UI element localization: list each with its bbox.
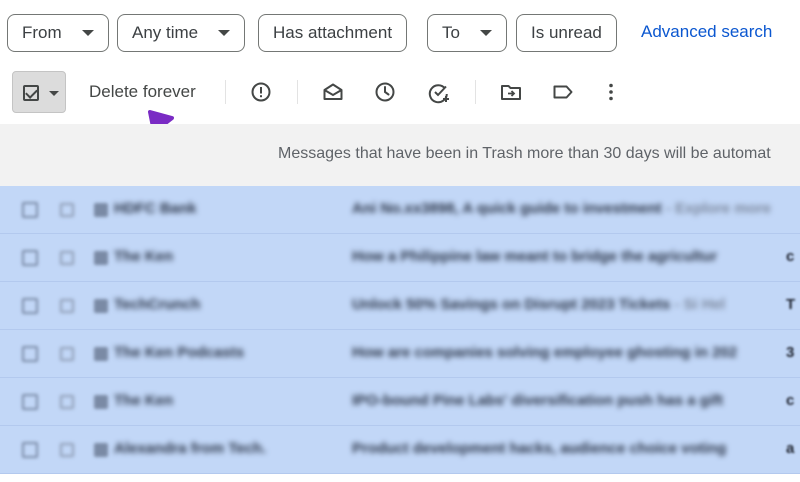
mark-unread-icon[interactable] <box>321 80 345 104</box>
importance-icon[interactable] <box>94 299 108 313</box>
is-unread-filter-chip[interactable]: Is unread <box>516 14 617 52</box>
email-edge-text: a <box>786 440 795 457</box>
star-icon[interactable] <box>60 299 74 313</box>
email-edge-text: c <box>786 248 795 265</box>
table-row[interactable]: HDFC Bank Ani No.xx3898, A quick guide t… <box>0 186 800 234</box>
trash-info-banner: Messages that have been in Trash more th… <box>0 124 800 186</box>
star-icon[interactable] <box>60 203 74 217</box>
select-all-checkbox[interactable] <box>12 71 66 113</box>
row-checkbox[interactable] <box>22 346 38 362</box>
email-snippet: - Explore more <box>665 200 771 217</box>
snooze-icon[interactable] <box>373 80 397 104</box>
email-subject: Ani No.xx3898, A quick guide to investme… <box>352 200 771 217</box>
to-filter-chip[interactable]: To <box>427 14 507 52</box>
email-subject: IPO-bound Pine Labs' diversification pus… <box>352 392 724 409</box>
is-unread-filter-label: Is unread <box>531 23 602 42</box>
toolbar-divider <box>475 80 476 104</box>
table-row[interactable]: The Ken How a Philippine law meant to br… <box>0 234 800 282</box>
from-filter-label: From <box>22 23 62 42</box>
row-checkbox[interactable] <box>22 298 38 314</box>
chevron-down-icon <box>81 30 94 36</box>
email-subject: Product development hacks, audience choi… <box>352 440 727 457</box>
importance-icon[interactable] <box>94 203 108 217</box>
email-sender: HDFC Bank <box>114 200 197 217</box>
message-toolbar: Delete forever <box>0 66 800 124</box>
row-checkbox[interactable] <box>22 250 38 266</box>
label-icon[interactable] <box>551 80 575 104</box>
to-filter-label: To <box>442 23 460 42</box>
has-attachment-filter-label: Has attachment <box>273 23 393 42</box>
email-sender: Alexandra from Tech. <box>114 440 267 457</box>
importance-icon[interactable] <box>94 347 108 361</box>
filter-chip-row: From Any time Has attachment To Is unrea… <box>0 0 800 66</box>
add-to-tasks-icon[interactable] <box>427 80 451 104</box>
star-icon[interactable] <box>60 443 74 457</box>
importance-icon[interactable] <box>94 443 108 457</box>
email-sender: The Ken <box>114 392 174 409</box>
email-sender: TechCrunch <box>114 296 201 313</box>
row-checkbox[interactable] <box>22 394 38 410</box>
more-options-icon[interactable] <box>599 80 623 104</box>
chevron-down-icon[interactable] <box>49 91 59 96</box>
toolbar-divider <box>297 80 298 104</box>
checkbox-checked-icon <box>23 85 39 101</box>
email-snippet: - Si Hel <box>674 296 726 313</box>
email-list: HDFC Bank Ani No.xx3898, A quick guide t… <box>0 186 800 482</box>
row-checkbox[interactable] <box>22 202 38 218</box>
has-attachment-filter-chip[interactable]: Has attachment <box>258 14 408 52</box>
advanced-search-link[interactable]: Advanced search <box>641 22 772 42</box>
trash-info-text: Messages that have been in Trash more th… <box>278 145 771 162</box>
importance-icon[interactable] <box>94 251 108 265</box>
email-edge-text: 3 <box>786 344 795 361</box>
table-row[interactable]: TechCrunch Unlock 50% Savings on Disrupt… <box>0 282 800 330</box>
chevron-down-icon <box>218 30 231 36</box>
delete-forever-button[interactable]: Delete forever <box>89 82 196 102</box>
any-time-filter-chip[interactable]: Any time <box>117 14 246 52</box>
table-row[interactable]: The Ken IPO-bound Pine Labs' diversifica… <box>0 378 800 426</box>
chevron-down-icon <box>479 30 492 36</box>
star-icon[interactable] <box>60 347 74 361</box>
importance-icon[interactable] <box>94 395 108 409</box>
email-sender: The Ken Podcasts <box>114 344 245 361</box>
star-icon[interactable] <box>60 251 74 265</box>
row-checkbox[interactable] <box>22 442 38 458</box>
any-time-filter-label: Any time <box>132 23 199 42</box>
email-sender: The Ken <box>114 248 174 265</box>
email-edge-text: c <box>786 392 795 409</box>
email-subject: Unlock 50% Savings on Disrupt 2023 Ticke… <box>352 296 726 313</box>
table-row[interactable]: Alexandra from Tech. Product development… <box>0 426 800 474</box>
email-subject: How a Philippine law meant to bridge the… <box>352 248 718 265</box>
email-edge-text: T <box>786 296 796 313</box>
table-row[interactable]: The Ken Podcasts How are companies solvi… <box>0 330 800 378</box>
move-to-icon[interactable] <box>499 80 523 104</box>
email-subject: How are companies solving employee ghost… <box>352 344 738 361</box>
star-icon[interactable] <box>60 395 74 409</box>
from-filter-chip[interactable]: From <box>7 14 109 52</box>
toolbar-divider <box>225 80 226 104</box>
report-spam-icon[interactable] <box>249 80 273 104</box>
